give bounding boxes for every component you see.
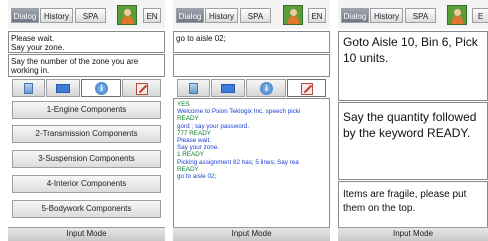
edit-view-button[interactable] xyxy=(122,79,161,97)
dialog-panel-history: Dialog History SPA EN go to aisle 02; i … xyxy=(173,0,330,241)
document-icon xyxy=(24,83,33,94)
instruction-line: 10 units. xyxy=(343,51,389,65)
prompt-box: go to aisle 02; xyxy=(173,31,330,53)
note-line: them on the top. xyxy=(343,203,416,214)
document-icon xyxy=(189,83,198,94)
edit-view-button[interactable] xyxy=(287,79,326,97)
zone-option-interior[interactable]: 4-Interior Components xyxy=(12,175,161,193)
user-icon[interactable] xyxy=(283,5,303,25)
history-entry: READY xyxy=(177,115,199,123)
document-view-button[interactable] xyxy=(177,79,210,97)
user-icon[interactable] xyxy=(117,5,137,25)
tab-spa[interactable]: SPA xyxy=(75,8,106,23)
screen-icon xyxy=(56,84,70,93)
edit-icon xyxy=(301,83,313,95)
hint-line: Say the quantity followed xyxy=(343,110,477,124)
language-button[interactable]: EN xyxy=(308,8,326,23)
note-box: Items are fragile, please put them on th… xyxy=(338,181,488,228)
history-entry: YES xyxy=(177,101,190,108)
zone-option-bodywork[interactable]: 5-Bodywork Components xyxy=(12,200,161,218)
user-icon[interactable] xyxy=(447,5,467,25)
tab-history[interactable]: History xyxy=(370,8,403,23)
hint-line: Say the number of the zone you are xyxy=(11,57,139,66)
input-mode-bar[interactable]: Input Mode xyxy=(173,227,330,241)
document-view-button[interactable] xyxy=(12,79,45,97)
tab-bar: Dialog History SPA EN xyxy=(8,0,165,29)
history-entry: Welcome to Psion Teklogix Inc. speech pi… xyxy=(177,108,301,116)
hint-line: working in. xyxy=(11,66,50,75)
prompt-line: go to aisle 02; xyxy=(176,34,226,43)
input-mode-bar[interactable]: Input Mode xyxy=(8,227,165,241)
dialog-panel-zone: Dialog History SPA EN Please wait. Say y… xyxy=(8,0,165,241)
tab-dialog[interactable]: Dialog xyxy=(176,8,204,23)
input-mode-bar[interactable]: Input Mode xyxy=(338,227,488,241)
view-toolbar: i xyxy=(173,79,330,97)
history-log[interactable]: YES Welcome to Psion Teklogix Inc. speech… xyxy=(173,98,330,228)
tab-dialog[interactable]: Dialog xyxy=(11,8,39,23)
prompt-line: Please wait. xyxy=(11,34,55,43)
info-icon: i xyxy=(260,82,273,95)
prompt-line: Say your zone. xyxy=(11,43,65,52)
prompt-box: Please wait. Say your zone. xyxy=(8,31,165,53)
hint-box xyxy=(173,54,330,77)
history-entry: 1 READY xyxy=(177,151,204,159)
language-button[interactable]: EN xyxy=(143,8,161,23)
history-entry: Please wait. xyxy=(177,137,211,145)
info-view-button[interactable]: i xyxy=(246,79,286,97)
tab-bar: Dialog History SPA EN xyxy=(173,0,330,29)
hint-line: by the keyword READY. xyxy=(343,126,471,140)
info-view-button[interactable]: i xyxy=(81,79,121,97)
history-entry: gord ; say your password. xyxy=(177,122,250,130)
language-button[interactable]: E xyxy=(472,8,488,23)
instruction-box: Goto Aisle 10, Bin 6, Pick 10 units. xyxy=(338,31,488,101)
zone-option-engine[interactable]: 1-Engine Components xyxy=(12,101,161,119)
tab-spa[interactable]: SPA xyxy=(405,8,436,23)
screen-view-button[interactable] xyxy=(46,79,80,97)
screen-icon xyxy=(221,84,235,93)
history-entry: go to aisle 02; xyxy=(177,173,217,181)
zone-option-transmission[interactable]: 2-Transmission Components xyxy=(12,125,161,143)
instruction-line: Goto Aisle 10, Bin 6, Pick xyxy=(343,35,478,49)
edit-icon xyxy=(136,83,148,95)
tab-history[interactable]: History xyxy=(205,8,238,23)
info-icon: i xyxy=(95,82,108,95)
tab-history[interactable]: History xyxy=(40,8,73,23)
dialog-panel-instruction: Dialog History SPA E Goto Aisle 10, Bin … xyxy=(338,0,488,241)
history-entry: Picking assignment 82 has; 5 lines; Say … xyxy=(177,158,299,166)
hint-box: Say the quantity followed by the keyword… xyxy=(338,102,488,180)
zone-option-suspension[interactable]: 3-Suspension Components xyxy=(12,150,161,168)
history-entry: 777 READY xyxy=(177,129,211,137)
tab-dialog[interactable]: Dialog xyxy=(341,8,369,23)
history-entry: READY xyxy=(177,165,199,173)
hint-box: Say the number of the zone you are worki… xyxy=(8,54,165,77)
tab-spa[interactable]: SPA xyxy=(240,8,271,23)
screen-view-button[interactable] xyxy=(211,79,245,97)
tab-bar: Dialog History SPA E xyxy=(338,0,488,29)
note-line: Items are fragile, please put xyxy=(343,189,467,200)
history-entry: Say your zone. xyxy=(177,144,220,152)
view-toolbar: i xyxy=(8,79,165,97)
